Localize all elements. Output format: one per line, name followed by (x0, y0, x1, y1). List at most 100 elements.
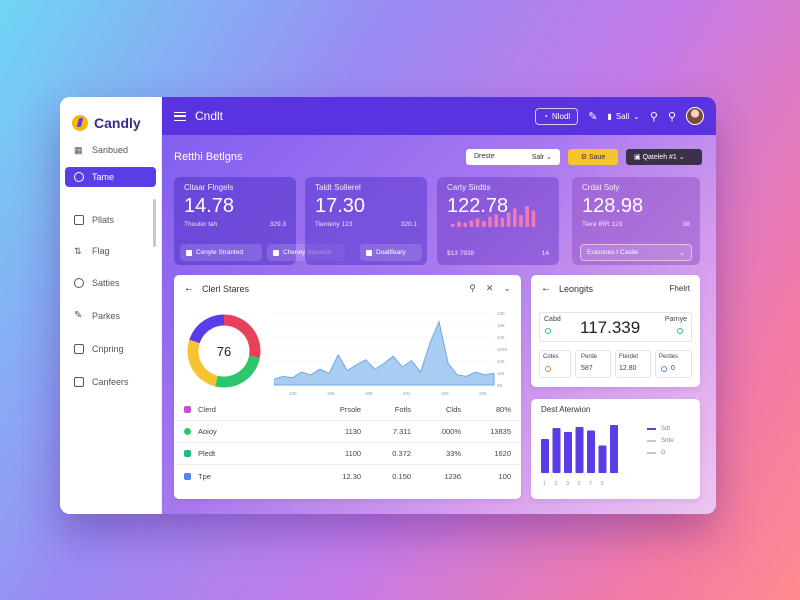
sidebar-item-dashboard[interactable]: ▦ Sanbued (60, 139, 161, 161)
spark-bar (475, 218, 480, 227)
spark-bar (531, 210, 536, 227)
client-table: Clerd Prsole Fotls Clds 80% Aoioy 1130 7… (174, 399, 521, 487)
metric-pill[interactable]: Doaltfeary (360, 244, 422, 261)
donut-center-label: 76 (216, 343, 232, 359)
sidebar-item-plots[interactable]: Pllats (60, 203, 161, 236)
chat-icon: ◔ (543, 111, 548, 121)
y-tick-label: 130 (497, 311, 505, 316)
pencil-icon[interactable]: ✎ (588, 110, 597, 123)
table-row[interactable]: Tpe 12.30 0.150 1236 100 (174, 465, 521, 487)
metric-label: Taldt Sollerel (315, 183, 361, 192)
sparkline-chart (451, 206, 536, 227)
y-tick-label: 126 (497, 359, 505, 364)
sidebar-item-parkes[interactable]: ✎ Parkes (60, 299, 161, 332)
x-tick-label: 5 (578, 481, 581, 487)
area-chart: 130 188 126 1028 126 116 56 120 105 109 201 150 225 (274, 311, 508, 396)
stat-box: Cabd 117.339 Parnye (539, 312, 692, 342)
sidebar-item-label: Parkes (92, 310, 121, 321)
action-label: Qateleh #1 (642, 154, 677, 161)
chevron-down-icon: ⌄ (633, 111, 640, 121)
spark-bar (451, 224, 455, 227)
search-icon[interactable]: ⚲ (650, 110, 658, 123)
bar (564, 432, 572, 473)
stat-value: 117.339 (580, 318, 641, 337)
sidebar-item-cnpring[interactable]: Cnpring (60, 332, 161, 365)
sidebar-item-label: Flag (92, 246, 110, 256)
calendar-icon (74, 343, 84, 354)
y-tick-label: 126 (497, 335, 505, 340)
spark-bar (463, 222, 467, 227)
section-title: Retthi Betlgns (174, 151, 243, 163)
search-icon (74, 172, 84, 182)
area-series (274, 320, 495, 386)
sidebar-item-search[interactable]: Tame (65, 167, 156, 187)
metric-card-3[interactable]: Carty Sirdtis 122.78 $13 7938 14 (437, 177, 559, 265)
sidebar-item-settings[interactable]: Satties (60, 266, 161, 299)
search-alt-icon[interactable]: ⚲ (668, 110, 676, 123)
metric-select[interactable]: Erasones t Caslie ⌄ (580, 244, 692, 261)
metric-sub: Tiere IRR 123 38 (582, 221, 690, 228)
sidebar: Candly ▦ Sanbued Tame Pllats ⇅ Flag Satt… (60, 97, 162, 514)
x-tick-label: 109 (365, 391, 373, 396)
header-row: Retthi Betlgns Dreste Salr ⌄ ⚙ Saue ▣ Qa… (174, 147, 702, 167)
sidebar-item-flag[interactable]: ⇅ Flag (60, 236, 161, 266)
legend-item: Sdt (647, 423, 674, 435)
metric-value: 128.98 (582, 195, 644, 217)
pen-icon: ✎ (74, 309, 83, 321)
bar (587, 430, 595, 473)
check-icon (74, 277, 84, 288)
spark-bar (500, 218, 505, 227)
brand-logo-icon (72, 115, 88, 131)
status-icon (545, 328, 551, 334)
panel-title: Clerl Stares (202, 283, 250, 294)
panel-title: Dest Aterwion (541, 405, 591, 414)
menu-icon[interactable] (174, 111, 186, 121)
mode-button[interactable]: ◔ Nlodl (535, 107, 579, 125)
sidebar-item-label: Cnpring (92, 343, 124, 354)
date-label: Dreste (474, 153, 495, 160)
metric-card-2[interactable]: Taldt Sollerel 17.30 Tienteny 123 320.1 D… (305, 177, 427, 265)
sidebar-scrollbar[interactable] (153, 199, 156, 247)
search-icon[interactable]: ⚲ (469, 283, 476, 294)
back-arrow-icon[interactable]: ← (541, 283, 551, 294)
save-button[interactable]: ⚙ Saue (568, 149, 618, 165)
back-arrow-icon[interactable]: ← (184, 283, 194, 294)
metric-value: 17.30 (315, 195, 366, 217)
x-tick-label: 3 (566, 481, 569, 487)
sidebar-item-label: Sanbued (92, 145, 129, 155)
spark-bar (513, 208, 517, 227)
lock-icon (74, 376, 84, 387)
spark-bar (488, 216, 492, 227)
spark-bar (506, 212, 511, 227)
close-icon[interactable]: ✕ (486, 283, 494, 294)
x-tick-label: 7 (589, 481, 592, 487)
x-tick-label: 225 (479, 391, 487, 396)
x-tick-label: 105 (327, 391, 335, 396)
y-tick-label: 188 (497, 323, 505, 328)
bar (541, 439, 549, 473)
avatar[interactable] (686, 107, 704, 125)
table-row[interactable]: Pledt 1100 0.372 33% 1620 (174, 443, 521, 465)
metric-card-1[interactable]: Cltaar Flngels 14.78 Thouter tah 329.3 Ce… (174, 177, 345, 265)
metric-value: 14.78 (184, 195, 235, 217)
x-tick-label: 120 (289, 391, 297, 396)
table-row[interactable]: Aoioy 1130 7.311 000% 13835 (174, 421, 521, 443)
settings-icon: ⚙ (580, 154, 587, 161)
metric-card-4[interactable]: Crdat Soly 128.98 Tiere IRR 123 38 Erason… (572, 177, 700, 265)
sidebar-item-canfeers[interactable]: Canfeers (60, 365, 161, 398)
bar (552, 428, 561, 473)
metric-pill[interactable]: Cenyte Stranted (180, 244, 262, 261)
date-select[interactable]: Dreste Salr ⌄ (466, 149, 560, 165)
panel-right-label: Fhelrt (669, 284, 690, 293)
user-menu-button[interactable]: ▮ Sall ⌄ (607, 112, 639, 121)
y-tick-label: 56 (497, 383, 503, 388)
metric-sub: Thouter tah 329.3 (184, 221, 286, 228)
page-title: Cndlt (195, 109, 224, 123)
brand[interactable]: Candly (60, 97, 161, 137)
spark-bar (457, 221, 461, 227)
chevron-down-icon[interactable]: ⌄ (503, 283, 511, 294)
metric-sub: Tienteny 123 320.1 (315, 221, 417, 228)
action-button[interactable]: ▣ Qateleh #1 ⌄ (626, 149, 702, 165)
y-tick-label: 1028 (497, 347, 508, 352)
mini-stat: Perdes 0 (655, 350, 692, 378)
